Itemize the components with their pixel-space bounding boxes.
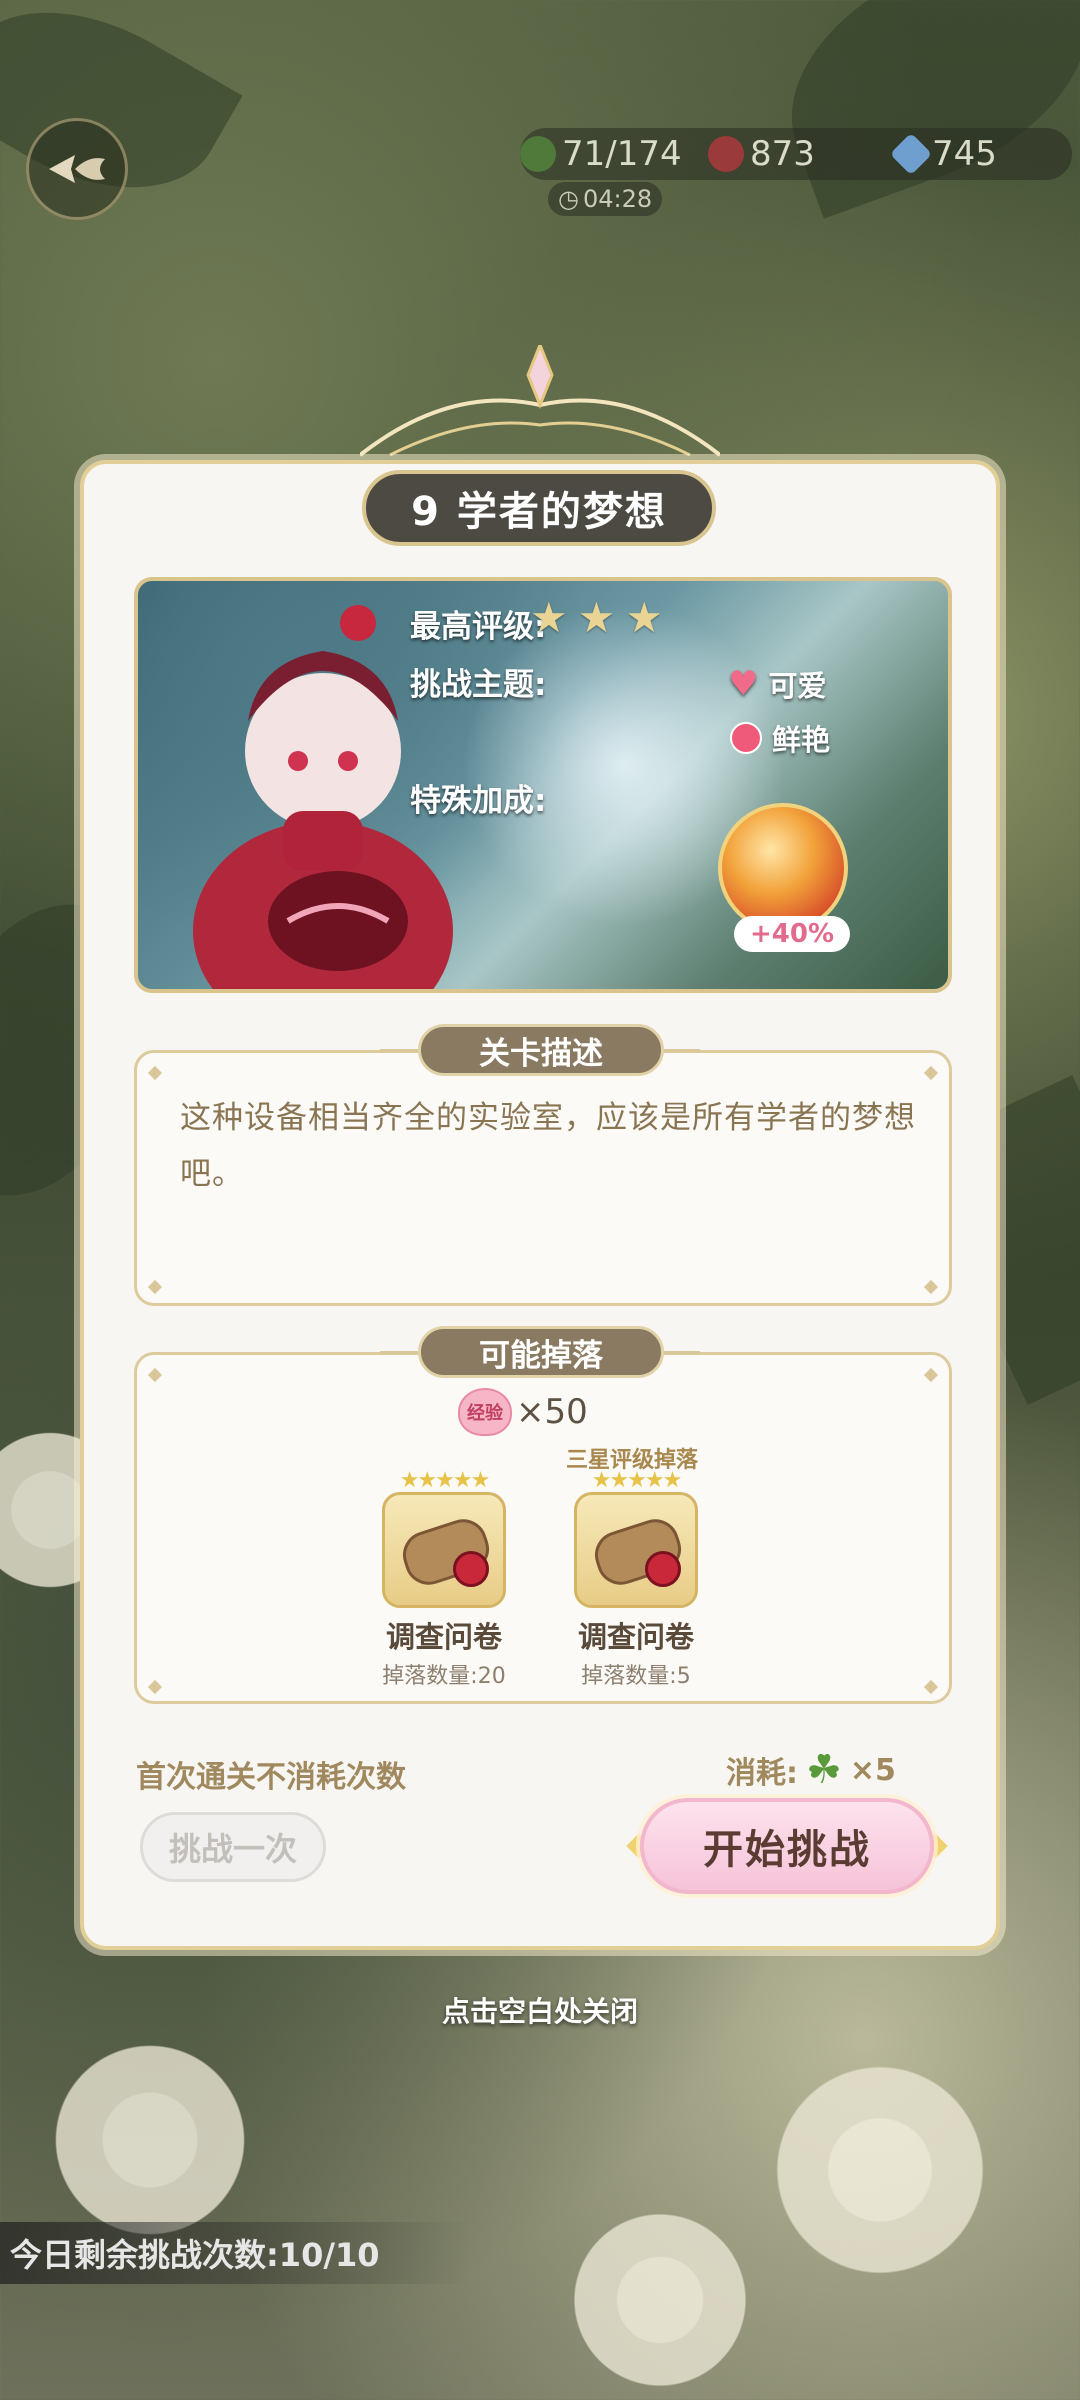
background-flower <box>560 2200 760 2400</box>
rarity-stars: ★★★★★ <box>399 1468 491 1493</box>
daily-remaining-challenges: 今日剩余挑战次数:10/10 <box>0 2222 470 2284</box>
bonus-label: 特殊加成: <box>410 783 547 819</box>
stamina-cost: 消耗: ☘ ×5 <box>726 1747 896 1793</box>
best-rating-stars: ★ ★ ★ <box>530 597 663 639</box>
vivid-icon <box>730 722 762 754</box>
challenge-once-button[interactable]: 挑战一次 <box>140 1812 326 1882</box>
description-text: 这种设备相当齐全的实验室，应该是所有学者的梦想吧。 <box>180 1100 916 1192</box>
background-flower <box>760 2050 1000 2290</box>
theme-label: 挑战主题: <box>410 667 547 703</box>
drop-item-name: 调查问卷 <box>577 1620 694 1654</box>
rarity-stars: ★★★★★ <box>591 1468 683 1493</box>
drop-item[interactable]: ★★★★★ 调查问卷 掉落数量:20 <box>380 1470 508 1690</box>
exp-icon: 经验 <box>458 1388 512 1436</box>
gem-icon <box>889 132 933 176</box>
exp-reward: 经验 ×50 <box>458 1388 588 1436</box>
rating-star-icon: ★ <box>625 593 663 642</box>
first-clear-note: 首次通关不消耗次数 <box>136 1760 406 1795</box>
drop-item[interactable]: ★★★★★ 调查问卷 掉落数量:5 <box>572 1470 700 1690</box>
back-button[interactable] <box>26 118 128 220</box>
panel-crown-ornament <box>360 345 720 457</box>
clover-icon: ☘ <box>806 1747 842 1793</box>
stage-banner: 最高评级: ★ ★ ★ 挑战主题: ♥ 可爱 鲜艳 特殊加成: +40% <box>134 577 952 993</box>
rating-star-icon: ★ <box>577 593 616 642</box>
back-arrow-icon <box>49 155 105 183</box>
bonus-icon <box>718 803 848 933</box>
stamina-counter[interactable]: 71/174 <box>520 128 682 180</box>
rating-star-icon: ★ <box>530 593 568 642</box>
drops-header: 可能掉落 <box>418 1326 664 1378</box>
description-header: 关卡描述 <box>418 1024 664 1076</box>
theme-tag-vivid: 鲜艳 <box>730 717 830 759</box>
gem-counter[interactable]: 745 <box>889 128 997 180</box>
stage-title: 9 学者的梦想 <box>362 470 716 546</box>
tap-to-close-hint[interactable]: 点击空白处关闭 <box>0 1990 1080 2030</box>
theme-tag-cute: ♥ 可爱 <box>728 664 827 704</box>
drop-item-qty: 掉落数量:5 <box>581 1664 691 1689</box>
heart-icon: ♥ <box>728 664 759 704</box>
background-flower <box>40 2030 260 2250</box>
stamina-timer: ◷ 04:28 <box>548 182 663 216</box>
clock-icon: ◷ <box>558 185 579 213</box>
rose-icon <box>708 136 744 172</box>
clover-icon <box>520 136 556 172</box>
questionnaire-item-icon <box>574 1492 698 1608</box>
background-leaf <box>755 0 1080 219</box>
bonus-value: +40% <box>734 916 850 952</box>
best-rating-label: 最高评级: <box>410 609 547 645</box>
drop-item-name: 调查问卷 <box>385 1620 502 1654</box>
rose-counter[interactable]: 873 <box>708 128 815 180</box>
start-challenge-button[interactable]: 开始挑战 <box>640 1798 934 1894</box>
questionnaire-item-icon <box>382 1492 506 1608</box>
drop-item-qty: 掉落数量:20 <box>382 1664 506 1689</box>
